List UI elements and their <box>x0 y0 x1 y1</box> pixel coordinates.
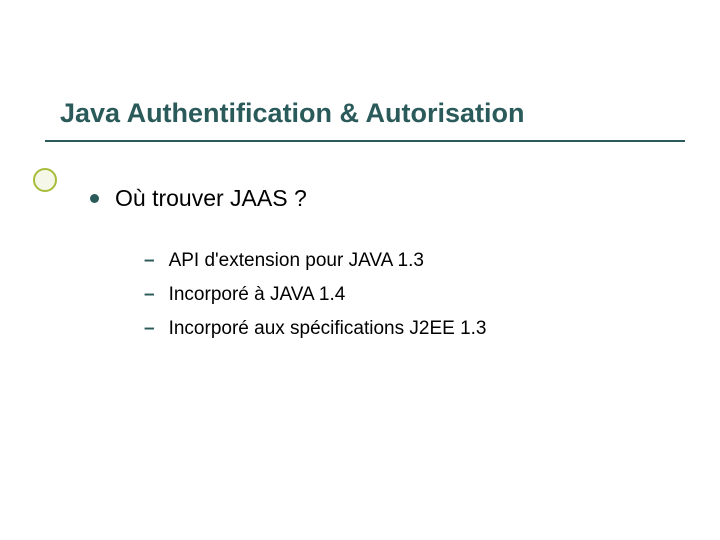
dash-icon: – <box>144 248 155 274</box>
list-item: – Incorporé à JAVA 1.4 <box>144 282 486 308</box>
title-block: Java Authentification & Autorisation <box>60 98 525 129</box>
dash-icon: – <box>144 316 155 342</box>
dash-icon: – <box>144 282 155 308</box>
bullet-item: Où trouver JAAS ? <box>90 185 486 212</box>
bullet-text: Où trouver JAAS ? <box>115 185 307 212</box>
sub-item-text: Incorporé aux spécifications J2EE 1.3 <box>169 316 487 342</box>
list-item: – Incorporé aux spécifications J2EE 1.3 <box>144 316 486 342</box>
accent-circle-icon <box>33 168 57 192</box>
slide-title: Java Authentification & Autorisation <box>60 98 525 129</box>
sub-list: – API d'extension pour JAVA 1.3 – Incorp… <box>144 248 486 342</box>
list-item: – API d'extension pour JAVA 1.3 <box>144 248 486 274</box>
sub-item-text: API d'extension pour JAVA 1.3 <box>169 248 424 274</box>
sub-item-text: Incorporé à JAVA 1.4 <box>169 282 346 308</box>
body-content: Où trouver JAAS ? – API d'extension pour… <box>90 185 486 350</box>
title-underline <box>45 140 685 142</box>
slide: Java Authentification & Autorisation Où … <box>0 0 720 540</box>
bullet-dot-icon <box>90 194 99 203</box>
